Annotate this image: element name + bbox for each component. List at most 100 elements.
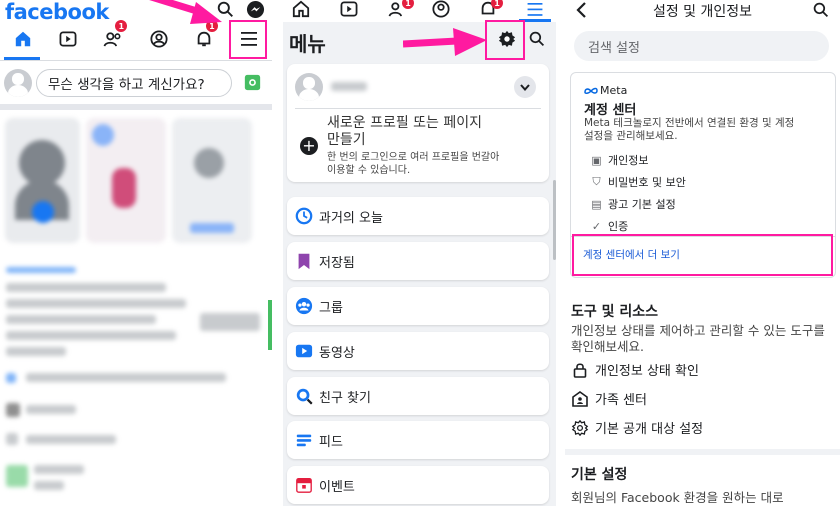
compose-placeholder: 무슨 생각을 하고 계신가요? (48, 77, 205, 93)
menu-item-video[interactable]: 동영상 (287, 332, 549, 370)
friends-badge: 1 (402, 0, 414, 9)
pointer-arrow-icon (149, 0, 222, 24)
tab-friends[interactable]: 1 (98, 20, 128, 52)
memories-icon (295, 207, 313, 225)
story-card (172, 118, 252, 243)
video-icon (59, 31, 77, 47)
bell-icon (197, 31, 211, 47)
menu-item-saved[interactable]: 저장됨 (287, 242, 549, 280)
menu-item-events[interactable]: 이벤트 (287, 466, 549, 504)
search-settings-input[interactable]: 검색 설정 (574, 31, 829, 61)
meta-brand: Meta (600, 84, 628, 97)
feed-post-blurred (0, 255, 272, 505)
search-icon[interactable] (813, 2, 829, 18)
tab-video[interactable] (53, 26, 83, 52)
menu-item-label: 친구 찾기 (319, 390, 371, 406)
groups-icon (295, 297, 313, 315)
profile-card: + 새로운 프로필 또는 페이지 만들기 한 번의 로그인으로 여러 프로필을 … (287, 64, 549, 182)
saved-icon (298, 253, 310, 270)
meta-infinity-icon (584, 87, 598, 94)
home-icon (15, 31, 30, 47)
tools-section-title: 도구 및 리소스 (571, 304, 659, 320)
create-profile-desc-line: 이용할 수 있습니다. (327, 165, 411, 176)
menu-item-label: 동영상 (319, 345, 355, 361)
account-center-desc-line: Meta 테크놀로지 전반에서 연결된 환경 및 계정 (584, 117, 795, 129)
home-icon[interactable] (292, 0, 310, 18)
shield-icon: ⛉ (592, 175, 601, 188)
account-item-label: 인증 (608, 220, 629, 233)
divider (565, 449, 840, 455)
friends-badge: 1 (115, 20, 128, 32)
tab-friends[interactable]: 1 (388, 0, 414, 19)
meta-logo: Meta (584, 84, 627, 97)
menu-item-find-friends[interactable]: 친구 찾기 (287, 377, 549, 415)
account-item-label: 광고 기본 설정 (608, 198, 676, 211)
tab-notifications[interactable]: 1 (479, 0, 503, 18)
menu-item-memories[interactable]: 과거의 오늘 (287, 197, 549, 235)
profile-icon (150, 30, 168, 48)
basic-section-title: 기본 설정 (571, 467, 628, 483)
top-tabbar: 1 1 (283, 0, 556, 22)
create-profile-title-line: 만들기 (327, 132, 366, 148)
create-profile-title-line: 새로운 프로필 또는 페이지 (327, 115, 483, 131)
tool-family-center[interactable]: 가족 센터 (571, 389, 647, 408)
menu-item-groups[interactable]: 그룹 (287, 287, 549, 325)
lock-icon (573, 362, 587, 378)
user-avatar[interactable] (4, 69, 32, 97)
account-center-desc: Meta 테크놀로지 전반에서 연결된 환경 및 계정 설정을 관리해보세요. (584, 117, 794, 143)
profile-switch-button[interactable] (514, 76, 536, 98)
messenger-icon[interactable] (246, 0, 265, 19)
page-title: 설정 및 개인정보 (652, 4, 753, 20)
divider (272, 0, 283, 506)
events-icon (296, 478, 312, 493)
account-center-desc-line: 설정을 관리해보세요. (584, 130, 678, 142)
menu-item-label: 이벤트 (319, 479, 355, 495)
account-center-link[interactable]: 계정 센터에서 더 보기 (583, 247, 680, 262)
facebook-logo: facebook (5, 0, 109, 24)
user-avatar[interactable] (295, 73, 323, 101)
basic-section-desc: 회원님의 Facebook 환경을 원하는 대로 (571, 490, 784, 505)
tools-section-desc: 개인정보 상태를 제어하고 관리할 수 있는 도구를 확인해보세요. (571, 323, 825, 355)
video-icon[interactable] (340, 1, 358, 17)
search-icon[interactable] (529, 31, 545, 47)
account-item-label: 비밀번호 및 보안 (608, 176, 686, 189)
search-placeholder: 검색 설정 (588, 40, 640, 56)
tool-item-label: 기본 공개 대상 설정 (595, 422, 704, 437)
photo-icon[interactable] (244, 74, 261, 91)
tool-item-label: 가족 센터 (595, 393, 647, 408)
family-icon (572, 390, 588, 407)
user-name-blurred (331, 82, 367, 91)
hamburger-menu-icon[interactable] (527, 3, 543, 16)
check-circle-icon: ✓ (591, 219, 602, 233)
compose-post-input[interactable]: 무슨 생각을 하고 계신가요? (36, 69, 232, 97)
account-item-verification[interactable]: ✓ 인증 (590, 218, 628, 234)
ad-icon: ▤ (591, 197, 602, 211)
video-icon (295, 344, 313, 358)
stories-area (0, 110, 272, 250)
settings-privacy-panel: 설정 및 개인정보 검색 설정 Meta 계정 센터 Meta 테크놀로지 전반… (565, 0, 840, 506)
menu-item-feeds[interactable]: 피드 (287, 421, 549, 459)
chevron-down-icon (520, 83, 530, 91)
menu-panel: 1 1 메뉴 + 새로운 프로필 또는 페이지 만들기 한 번의 로그인으로 여… (283, 0, 556, 506)
pointer-arrow-icon (403, 28, 487, 56)
notifications-badge: 1 (491, 0, 503, 9)
divider (0, 60, 272, 61)
account-item-personal-info[interactable]: ▣ 개인정보 (590, 152, 648, 168)
tools-desc-line: 확인해보세요. (571, 339, 644, 354)
menu-highlight-box (229, 20, 267, 59)
profile-icon[interactable] (432, 0, 450, 18)
account-item-ad-preferences[interactable]: ▤ 광고 기본 설정 (590, 196, 676, 212)
create-profile-desc: 한 번의 로그인으로 여러 프로필을 번갈아 이용할 수 있습니다. (327, 151, 499, 177)
tool-default-audience[interactable]: 기본 공개 대상 설정 (571, 418, 703, 437)
create-profile-button[interactable]: + 새로운 프로필 또는 페이지 만들기 한 번의 로그인으로 여러 프로필을 … (287, 109, 549, 181)
create-profile-title: 새로운 프로필 또는 페이지 만들기 (327, 115, 482, 149)
story-card (86, 118, 166, 243)
tab-home[interactable] (8, 26, 38, 52)
menu-item-label: 저장됨 (319, 255, 355, 271)
menu-item-label: 과거의 오늘 (319, 210, 383, 226)
menu-item-label: 피드 (319, 434, 343, 450)
tools-desc-line: 개인정보 상태를 제어하고 관리할 수 있는 도구를 (571, 323, 825, 338)
account-item-password-security[interactable]: ⛉ 비밀번호 및 보안 (590, 174, 686, 190)
settings-highlight-box (485, 20, 525, 60)
tool-privacy-checkup[interactable]: 개인정보 상태 확인 (571, 360, 699, 379)
